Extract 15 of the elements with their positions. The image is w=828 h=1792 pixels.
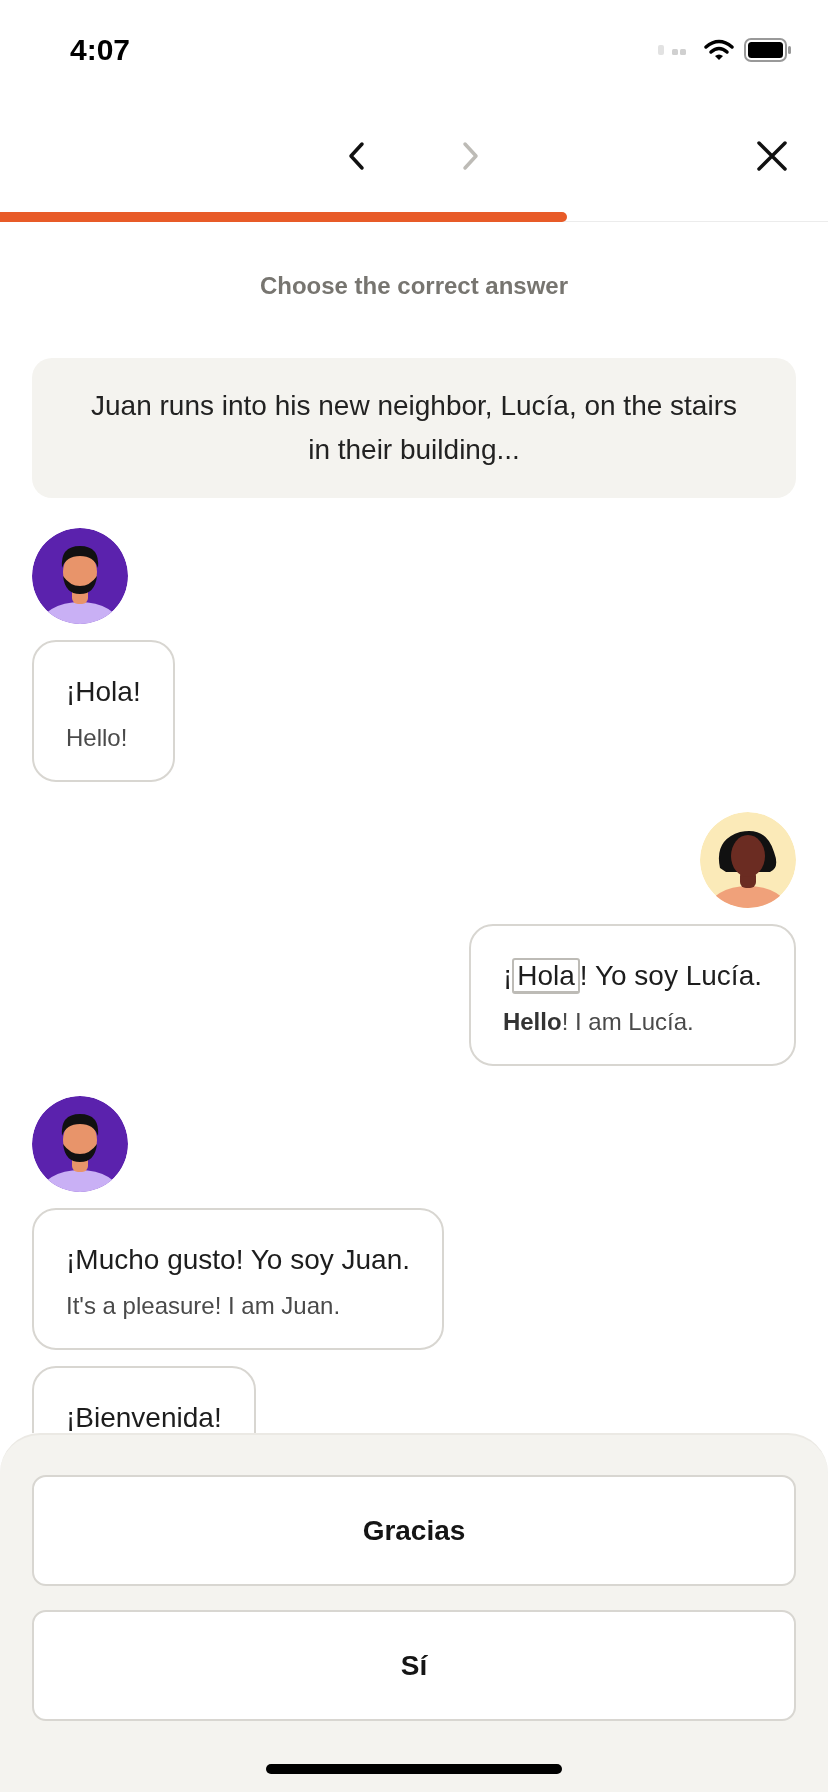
- translation-text: It's a pleasure! I am Juan.: [66, 1292, 342, 1320]
- answer-option[interactable]: Gracias: [32, 1475, 796, 1586]
- instruction-text: Choose the correct answer: [258, 272, 570, 300]
- message-text: ¡Hola!: [66, 675, 141, 709]
- context-card: Juan runs into his new neighbor, Lucía, on the stairs in their building...: [32, 358, 796, 498]
- message-text: ¡Mucho gusto! Yo soy Juan.: [66, 1243, 410, 1277]
- status-time: 4:07: [70, 33, 131, 67]
- message-text: ¡ Hola ! Yo soy Lucía.: [502, 958, 762, 994]
- answer-option[interactable]: Sí: [32, 1610, 796, 1721]
- translation-text: Hello! I am Lucía.: [502, 1008, 695, 1036]
- translation-text: Hello!: [66, 724, 129, 752]
- battery-icon: [744, 38, 792, 62]
- close-icon: [756, 140, 788, 172]
- wifi-icon: [704, 39, 734, 61]
- message-text: ¡Bienvenida!: [66, 1401, 222, 1433]
